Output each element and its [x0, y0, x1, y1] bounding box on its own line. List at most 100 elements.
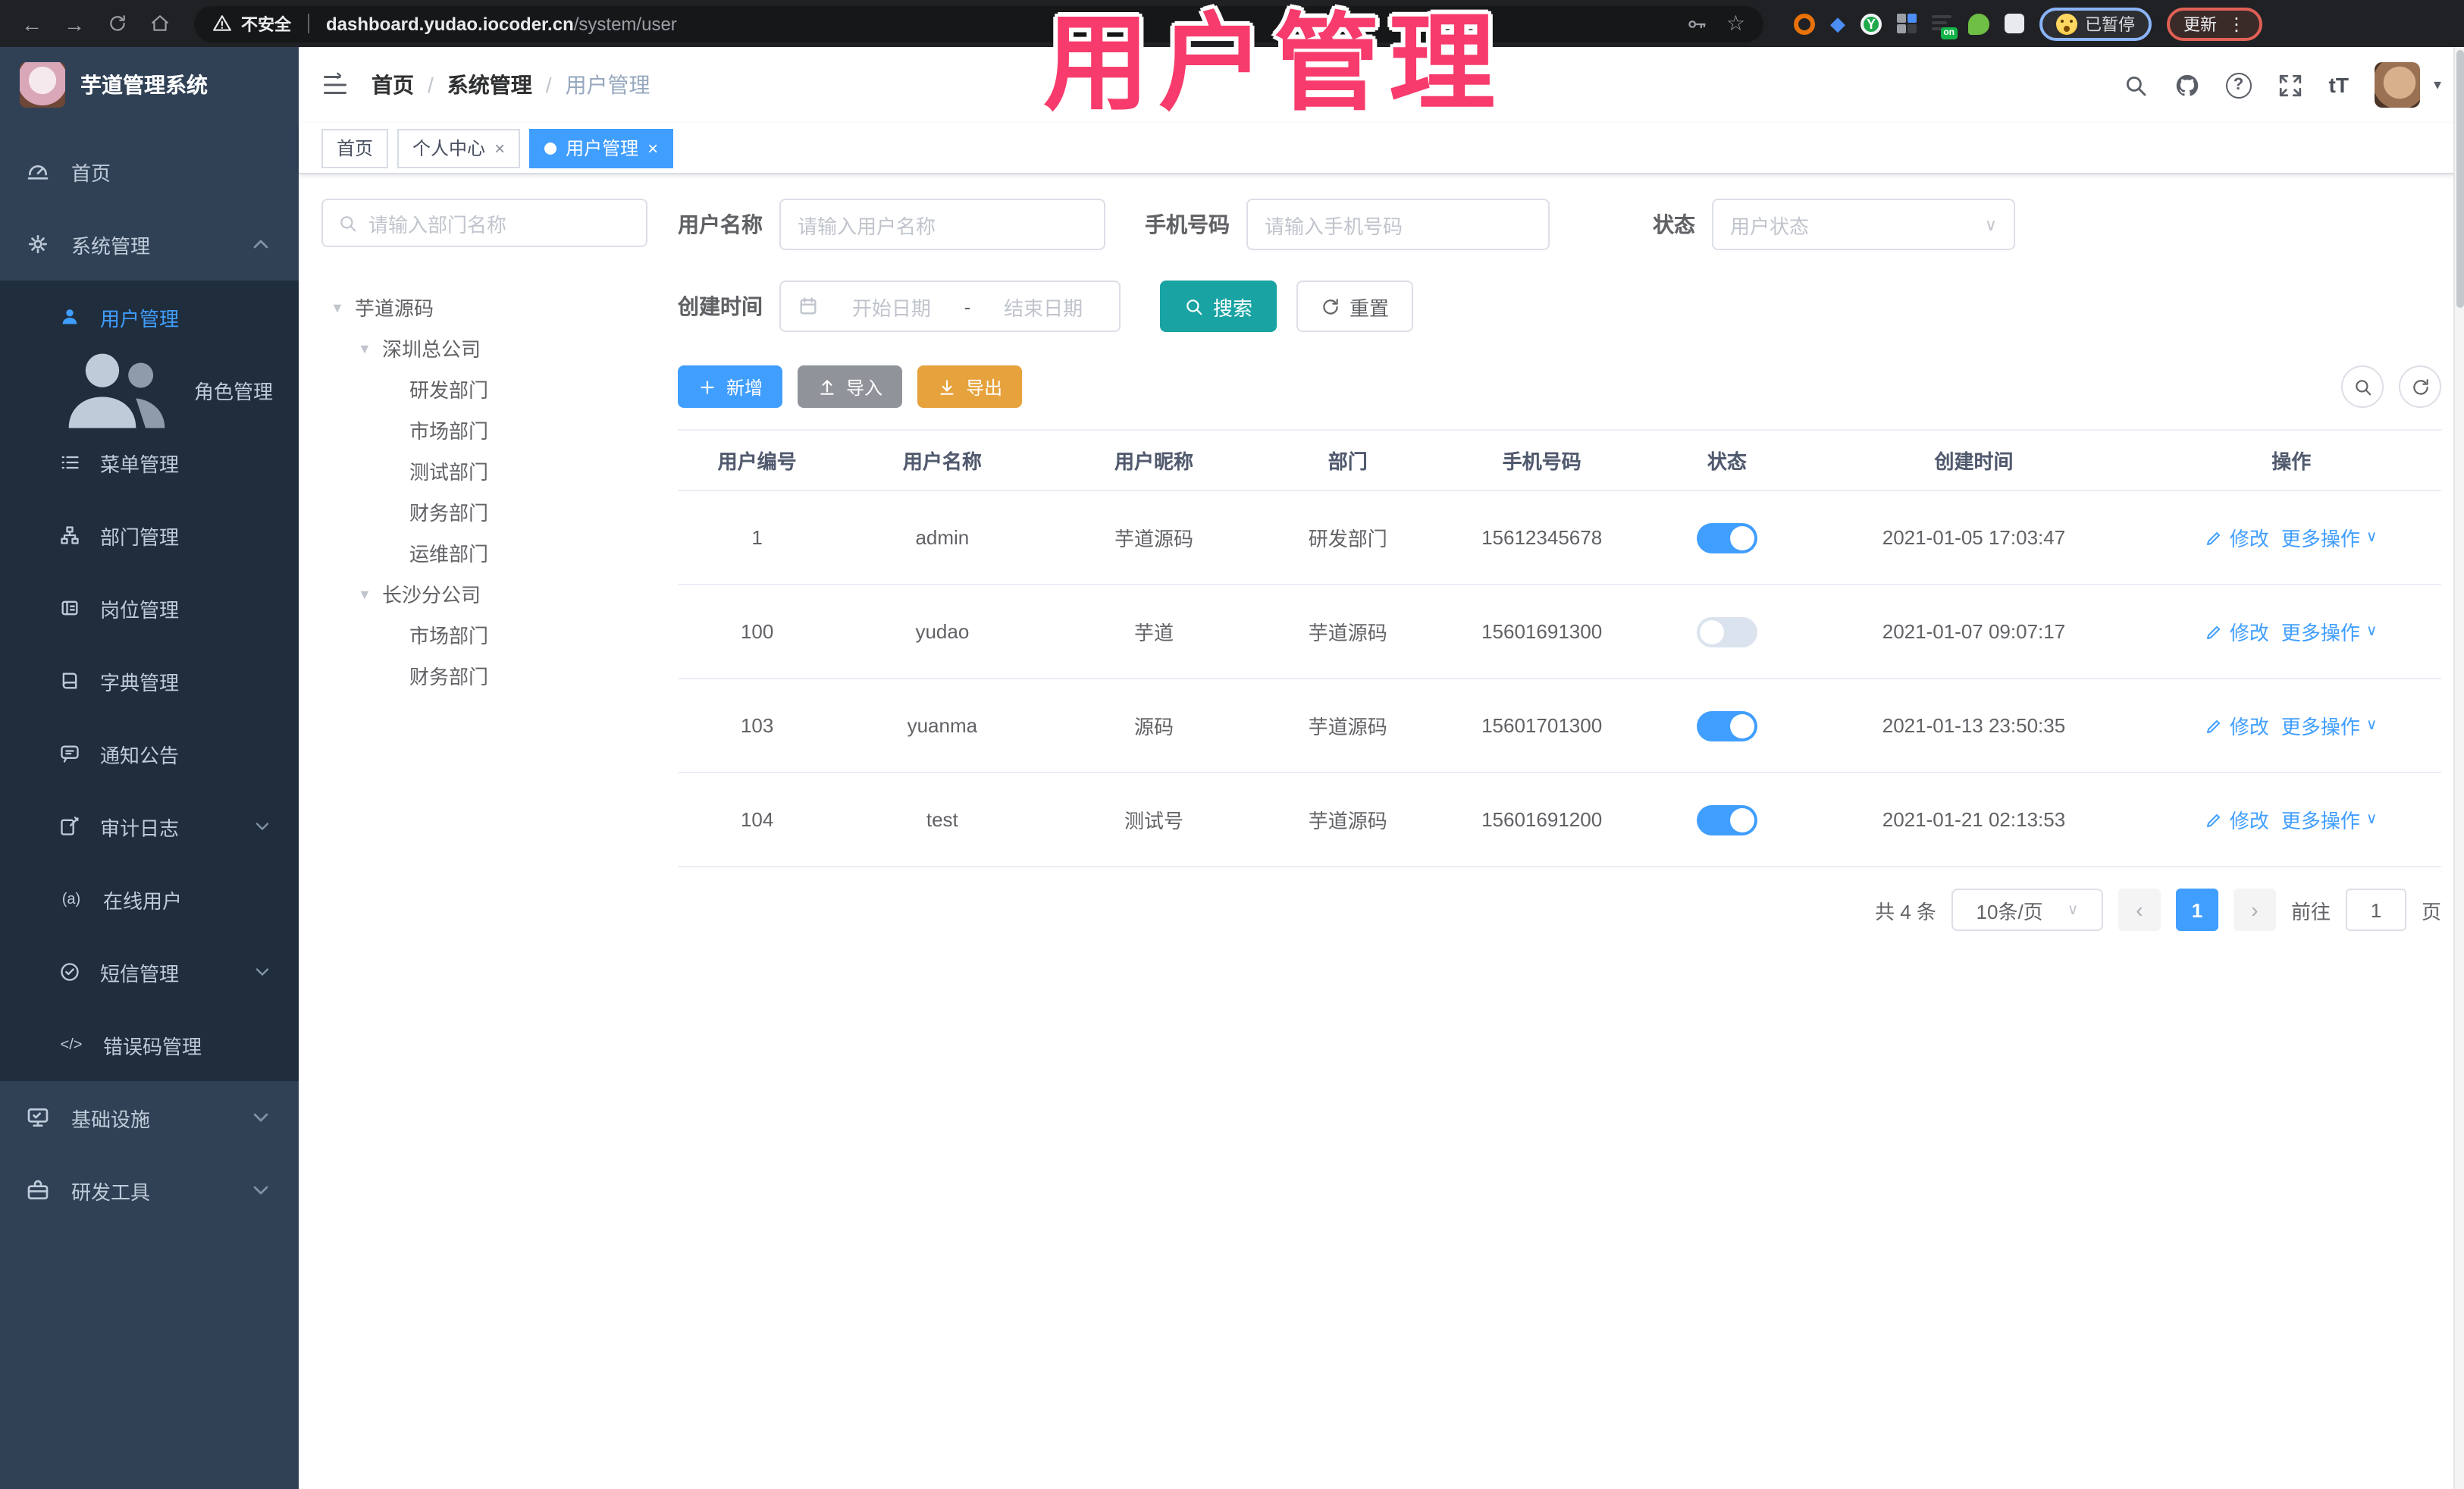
tree-node[interactable]: 市场部门: [321, 614, 647, 655]
help-icon[interactable]: ?: [2225, 72, 2252, 98]
sidebar-item-announcements[interactable]: 通知公告: [0, 717, 299, 790]
reset-button[interactable]: 重置: [1296, 281, 1414, 332]
extension-grid-icon[interactable]: [1897, 14, 1917, 33]
sidebar-item-dictionary[interactable]: 字典管理: [0, 644, 299, 717]
goto-page-input[interactable]: [2345, 889, 2406, 931]
extension-green-y-icon[interactable]: Y: [1861, 13, 1882, 34]
edit-link[interactable]: 修改: [2205, 523, 2269, 552]
more-actions-link[interactable]: 更多操作 ∨: [2281, 617, 2378, 646]
expand-arrow-icon[interactable]: ▼: [358, 340, 382, 356]
status-toggle[interactable]: [1696, 804, 1757, 835]
export-button[interactable]: 导出: [917, 365, 1023, 408]
sidebar-item-online-users[interactable]: (a) 在线用户: [0, 863, 299, 936]
extension-orange-icon[interactable]: [1794, 13, 1815, 34]
tab-user-management[interactable]: 用户管理 ×: [529, 128, 674, 168]
breadcrumb: 首页 / 系统管理 / 用户管理: [371, 70, 650, 100]
page-scrollbar[interactable]: [2453, 47, 2464, 1489]
tree-node[interactable]: 财务部门: [321, 491, 647, 532]
scrollbar-thumb[interactable]: [2456, 50, 2464, 308]
status-toggle[interactable]: [1696, 616, 1757, 647]
col-status: 状态: [1647, 429, 1807, 491]
browser-forward-icon[interactable]: →: [58, 7, 91, 40]
tree-node[interactable]: ▼ 深圳总公司: [321, 328, 647, 368]
pencil-icon: [2207, 531, 2221, 544]
import-button[interactable]: 导入: [798, 365, 903, 408]
key-icon[interactable]: [1687, 13, 1708, 34]
prev-page-button[interactable]: ‹: [2118, 889, 2161, 931]
omnibox-divider: [308, 14, 309, 33]
breadcrumb-system[interactable]: 系统管理: [447, 70, 532, 100]
sidebar-item-departments[interactable]: 部门管理: [0, 499, 299, 572]
tree-node[interactable]: 财务部门: [321, 655, 647, 696]
close-icon[interactable]: ×: [647, 137, 658, 158]
expand-arrow-icon[interactable]: ▼: [331, 299, 355, 315]
sidebar-item-sms[interactable]: 短信管理: [0, 936, 299, 1008]
next-page-button[interactable]: ›: [2233, 889, 2276, 931]
tree-node[interactable]: ▼ 芋道源码: [321, 287, 647, 328]
more-actions-link[interactable]: 更多操作 ∨: [2281, 805, 2378, 834]
search-button[interactable]: 搜索: [1160, 281, 1277, 332]
header-actions: ? tT ▾: [2123, 62, 2441, 108]
sidebar-item-audit-log[interactable]: 审计日志: [0, 790, 299, 863]
browser-back-icon[interactable]: ←: [15, 7, 49, 40]
more-actions-link[interactable]: 更多操作 ∨: [2281, 523, 2378, 552]
status-label: 状态: [1653, 212, 1695, 237]
chevron-down-icon: ∨: [2365, 529, 2378, 546]
tab-home[interactable]: 首页: [321, 128, 389, 168]
breadcrumb-home[interactable]: 首页: [371, 70, 414, 100]
date-range-input[interactable]: 开始日期 - 结束日期: [779, 281, 1121, 332]
expand-arrow-icon[interactable]: ▼: [358, 586, 382, 601]
font-size-icon[interactable]: tT: [2329, 73, 2349, 97]
current-page-button[interactable]: 1: [2175, 889, 2218, 931]
username-input[interactable]: 请输入用户名称: [779, 199, 1105, 250]
refresh-icon: [1323, 298, 1338, 314]
status-toggle[interactable]: [1696, 710, 1757, 741]
user-avatar[interactable]: [2374, 62, 2420, 108]
hamburger-icon[interactable]: [321, 71, 349, 99]
tree-node[interactable]: 运维部门: [321, 532, 647, 573]
paused-badge[interactable]: 已暂停: [2039, 7, 2152, 40]
tab-profile[interactable]: 个人中心 ×: [397, 128, 521, 168]
extensions-puzzle-icon[interactable]: [2005, 14, 2024, 33]
sidebar-item-error-codes[interactable]: </> 错误码管理: [0, 1008, 299, 1081]
show-search-toggle-button[interactable]: [2341, 365, 2384, 408]
sidebar-item-home[interactable]: 首页: [0, 135, 299, 208]
bookmark-star-icon[interactable]: ☆: [1726, 11, 1745, 36]
edit-link[interactable]: 修改: [2205, 617, 2269, 646]
status-select[interactable]: 用户状态 ∨: [1712, 199, 2015, 250]
edit-link[interactable]: 修改: [2205, 805, 2269, 834]
app-logo[interactable]: 芋道管理系统: [0, 47, 299, 123]
extension-leaf-icon[interactable]: [1968, 13, 1989, 34]
github-icon[interactable]: [2174, 72, 2200, 98]
address-bar[interactable]: 不安全 dashboard.yudao.iocoder.cn/system/us…: [194, 5, 1763, 42]
status-toggle[interactable]: [1696, 522, 1757, 553]
refresh-table-button[interactable]: [2399, 365, 2441, 408]
sidebar-item-roles[interactable]: 角色管理: [0, 353, 299, 428]
tree-node[interactable]: 测试部门: [321, 450, 647, 491]
avatar-caret-icon[interactable]: ▾: [2434, 77, 2441, 93]
mobile-input[interactable]: 请输入手机号码: [1246, 199, 1550, 250]
close-icon[interactable]: ×: [494, 137, 505, 158]
sidebar-item-system[interactable]: 系统管理: [0, 208, 299, 281]
extension-blue-gem-icon[interactable]: ◆: [1830, 14, 1845, 33]
tree-node[interactable]: 市场部门: [321, 409, 647, 450]
sidebar-item-posts[interactable]: 岗位管理: [0, 572, 299, 644]
extension-on-switch-icon[interactable]: on: [1932, 13, 1958, 39]
page-url[interactable]: dashboard.yudao.iocoder.cn/system/user: [326, 13, 677, 34]
department-search-input[interactable]: 请输入部门名称: [321, 199, 647, 247]
search-icon[interactable]: [2123, 72, 2149, 98]
tree-node[interactable]: ▼ 长沙分公司: [321, 573, 647, 614]
fullscreen-icon[interactable]: [2277, 72, 2303, 98]
security-warning[interactable]: 不安全: [212, 11, 291, 36]
tree-node[interactable]: 研发部门: [321, 368, 647, 409]
add-button[interactable]: 新增: [678, 365, 783, 408]
sidebar-item-devtools[interactable]: 研发工具: [0, 1154, 299, 1227]
browser-menu-icon[interactable]: ⋮: [2227, 13, 2246, 34]
browser-update-button[interactable]: 更新 ⋮: [2167, 7, 2262, 40]
more-actions-link[interactable]: 更多操作 ∨: [2281, 711, 2378, 740]
sidebar-item-infrastructure[interactable]: 基础设施: [0, 1081, 299, 1154]
browser-reload-icon[interactable]: [100, 7, 133, 40]
edit-link[interactable]: 修改: [2205, 711, 2269, 740]
browser-home-icon[interactable]: [143, 7, 176, 40]
page-size-select[interactable]: 10条/页 ∨: [1951, 889, 2103, 931]
